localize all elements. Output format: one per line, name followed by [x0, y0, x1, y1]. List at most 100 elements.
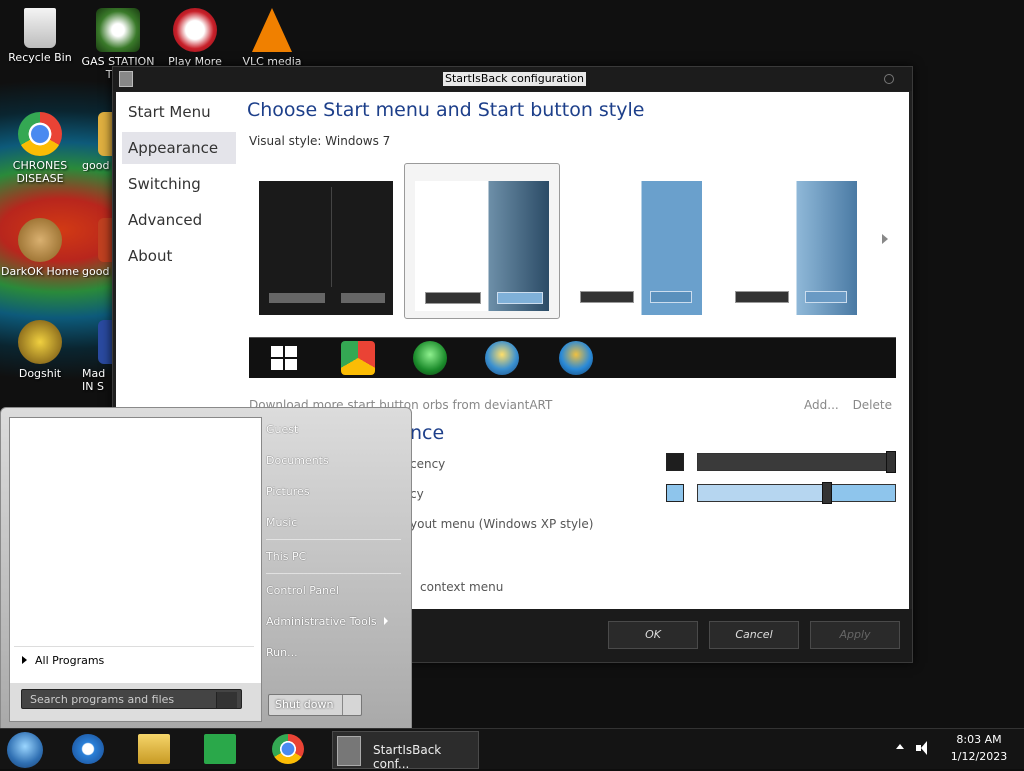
start-orb-button[interactable] — [7, 732, 43, 768]
start-item-documents[interactable]: Documents — [266, 454, 404, 467]
game-good-icon[interactable]: good — [82, 218, 114, 278]
style-thumb-dark[interactable] — [259, 181, 393, 315]
clock[interactable]: 8:03 AM 1/12/2023 — [942, 733, 1016, 763]
option-transparency-1: cency — [410, 457, 446, 471]
logo-pane-bl — [271, 359, 283, 370]
add-orb-link[interactable]: Add... — [804, 398, 839, 412]
volume-icon[interactable] — [916, 741, 932, 755]
thumb-dark-panel — [267, 187, 332, 287]
search-input[interactable]: Search programs and files — [21, 689, 242, 709]
nav-start-menu[interactable]: Start Menu — [122, 96, 236, 128]
start-item-pictures[interactable]: Pictures — [266, 485, 404, 498]
shutdown-options-chevron-icon[interactable] — [342, 695, 361, 715]
submenu-arrow-icon — [384, 617, 389, 625]
thumb-dark-button — [269, 293, 325, 303]
cancel-button[interactable]: Cancel — [709, 621, 799, 649]
nav-appearance[interactable]: Appearance — [122, 132, 236, 164]
close-icon[interactable] — [884, 74, 894, 84]
logo-pane-tr — [285, 346, 297, 357]
style-thumb-selected[interactable] — [404, 163, 560, 319]
style-thumb-blue[interactable] — [568, 181, 702, 315]
mad-in-icon[interactable]: Mad IN S — [82, 320, 114, 393]
clock-time: 8:03 AM — [956, 733, 1002, 746]
delete-orb-link[interactable]: Delete — [853, 398, 892, 412]
clover-orb-icon[interactable] — [413, 341, 447, 375]
nav-about[interactable]: About — [122, 240, 236, 272]
nav-switching[interactable]: Switching — [122, 168, 236, 200]
window-title: StartIsBack configuration — [443, 72, 587, 86]
logo-pane-tl — [271, 346, 283, 357]
section-heading: nce — [410, 422, 445, 444]
clock-date: 1/12/2023 — [950, 750, 1008, 763]
ok-button[interactable]: OK — [608, 621, 698, 649]
page-title: Choose Start menu and Start button style — [247, 99, 645, 121]
visual-style-label: Visual style: — [249, 134, 322, 148]
nav-advanced[interactable]: Advanced — [122, 204, 236, 236]
folder-good-icon[interactable]: good — [82, 112, 114, 172]
opacity-slider-1[interactable] — [697, 451, 896, 473]
dollar-bag-icon[interactable]: DarkOK Home — [0, 218, 80, 278]
window-titlebar[interactable]: StartIsBack configuration — [113, 67, 912, 91]
shutdown-label: Shut down — [275, 698, 334, 711]
all-programs-label: All Programs — [35, 654, 105, 667]
internet-explorer-icon[interactable] — [72, 734, 104, 764]
admin-tools-label: Administrative Tools — [266, 615, 377, 628]
opacity-slider-2[interactable] — [697, 482, 896, 504]
thumb-grad-button — [735, 291, 789, 303]
color-swatch-dark[interactable] — [666, 453, 684, 471]
recycle-bin-icon[interactable]: Recycle Bin — [0, 8, 80, 64]
start-item-this-pc[interactable]: This PC — [266, 550, 404, 563]
thumb-dark-button2 — [341, 293, 385, 303]
orb-selector-bar — [249, 337, 896, 378]
chrome-orb-icon[interactable] — [341, 341, 375, 375]
shutdown-button[interactable]: Shut down — [268, 694, 362, 716]
file-explorer-icon[interactable] — [138, 734, 170, 764]
thumb-blue-button — [580, 291, 634, 303]
windows8-logo-icon[interactable] — [271, 346, 297, 370]
startisback-app-icon — [337, 736, 361, 766]
logo-pane-br — [285, 359, 297, 370]
slider-thumb-2[interactable] — [822, 482, 832, 504]
start-item-guest[interactable]: Guest — [266, 423, 404, 436]
popcap-icon[interactable]: Play More — [155, 8, 235, 68]
all-programs-divider — [14, 646, 254, 647]
search-icon[interactable] — [216, 692, 237, 708]
taskbar-task-label: StartIsBack conf... — [373, 743, 442, 771]
windows7-orb-icon[interactable] — [485, 341, 519, 375]
vlc-icon[interactable]: VLC media — [232, 8, 312, 68]
chevron-right-icon[interactable] — [882, 234, 888, 244]
start-programs-pane: All Programs Search programs and files — [9, 417, 262, 722]
start-search-area: Search programs and files — [10, 683, 261, 721]
style-thumb-gradient[interactable] — [723, 181, 857, 315]
start-separator-2 — [266, 573, 401, 574]
chrome-taskbar-icon[interactable] — [272, 734, 304, 764]
thumb-grad-button2 — [805, 291, 847, 303]
taskbar-startisback-task[interactable]: StartIsBack conf... — [332, 731, 479, 771]
slider-thumb-1[interactable] — [886, 451, 896, 473]
tray-expand-icon[interactable] — [896, 744, 904, 749]
store-icon[interactable] — [204, 734, 236, 764]
option-context-menu: context menu — [420, 580, 504, 594]
taskbar: StartIsBack conf... 8:03 AM 1/12/2023 — [0, 728, 1024, 771]
thumb-sel-button2 — [497, 292, 543, 304]
option-flyout-menu: yout menu (Windows XP style) — [410, 517, 594, 531]
chrome-shortcut-icon[interactable]: CHRONES DISEASE — [0, 112, 80, 185]
thumb-blue-button2 — [650, 291, 692, 303]
dogshit-icon[interactable]: Dogshit — [0, 320, 80, 380]
visual-style-value: Windows 7 — [325, 134, 391, 148]
start-item-music[interactable]: Music — [266, 516, 404, 529]
start-separator-1 — [266, 539, 401, 540]
start-item-control-panel[interactable]: Control Panel — [266, 584, 404, 597]
app-icon — [119, 71, 133, 87]
option-transparency-2: cy — [410, 487, 424, 501]
arrow-right-icon — [22, 656, 27, 664]
start-item-admin-tools[interactable]: Administrative Tools — [266, 615, 404, 628]
color-swatch-blue[interactable] — [666, 484, 684, 502]
orb-actions: Add... Delete — [794, 398, 892, 412]
apply-button[interactable]: Apply — [810, 621, 900, 649]
windows7-orb-alt-icon[interactable] — [559, 341, 593, 375]
start-menu: All Programs Search programs and files G… — [0, 407, 412, 730]
all-programs-button[interactable]: All Programs — [22, 654, 104, 667]
speaker-cone — [921, 741, 927, 755]
start-item-run[interactable]: Run... — [266, 646, 404, 659]
